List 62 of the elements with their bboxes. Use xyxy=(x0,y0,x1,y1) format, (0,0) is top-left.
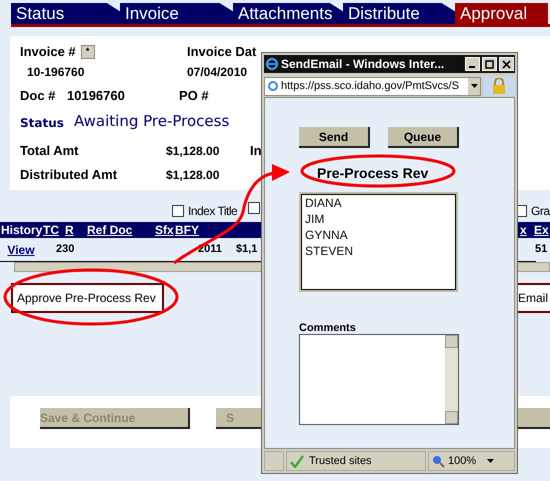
security-zone[interactable]: Trusted sites xyxy=(286,451,426,471)
column-header[interactable]: TC xyxy=(42,221,64,239)
field-label: Doc # xyxy=(20,87,56,105)
comments-label: Comments xyxy=(299,321,356,336)
field-label: Distributed Amt xyxy=(20,166,118,184)
table-cell-text: 51 xyxy=(535,242,548,258)
tab[interactable]: Distribute xyxy=(343,3,455,24)
tab[interactable]: Invoice xyxy=(120,3,233,24)
option-label: Index Title xyxy=(188,203,238,220)
status-panel xyxy=(264,451,284,471)
column-header[interactable]: BFY xyxy=(174,221,222,239)
status-label: Status xyxy=(20,115,64,132)
table-cell-text: $1,1 xyxy=(236,242,258,258)
recipient-item[interactable]: DIANA xyxy=(305,195,456,211)
field-label: In xyxy=(250,142,262,160)
column-header[interactable]: Ex xyxy=(534,221,549,239)
zoom-control[interactable]: 100% xyxy=(428,451,515,471)
invoice-date: 07/04/2010 xyxy=(187,64,248,81)
recipient-item[interactable]: GYNNA xyxy=(305,227,456,243)
recipient-item[interactable]: STEVEN xyxy=(305,243,456,259)
column-header[interactable]: Sfx xyxy=(154,221,174,239)
option-label: Gra xyxy=(531,203,550,220)
field-label: PO # xyxy=(179,87,209,105)
view-link[interactable]: View xyxy=(0,240,42,258)
status-value: Awaiting Pre-Process xyxy=(74,111,230,132)
column-header[interactable]: x xyxy=(520,221,527,239)
tab[interactable]: Approval xyxy=(455,3,548,24)
doc-number: 10196760 xyxy=(67,87,125,105)
group-name: Pre-Process Rev xyxy=(317,164,428,183)
send-button[interactable]: Send xyxy=(299,127,370,148)
recipient-list[interactable]: DIANA JIM GYNNA STEVEN xyxy=(299,192,458,292)
action-button[interactable] xyxy=(515,408,550,429)
recipient-item[interactable]: JIM xyxy=(305,211,456,227)
approval-select[interactable]: Approve Pre-Process Rev xyxy=(11,283,164,313)
window-title: SendEmail - Windows Inter... xyxy=(281,56,446,73)
comments-field[interactable] xyxy=(299,334,459,425)
tab[interactable]: Attachments xyxy=(233,3,343,24)
browser-icon xyxy=(265,57,279,71)
zoom-icon xyxy=(432,454,445,468)
field-label: Invoice # xyxy=(20,43,76,61)
column-header[interactable]: History xyxy=(0,221,42,239)
checkbox[interactable] xyxy=(172,205,184,217)
distributed-amount: $1,128.00 xyxy=(166,167,220,184)
tab[interactable]: Status xyxy=(11,3,120,24)
total-amount: $1,128.00 xyxy=(166,143,220,160)
address-field[interactable]: https://pss.sco.idaho.gov/PmtSvcs/S xyxy=(264,76,481,96)
checkmark-icon xyxy=(290,454,304,468)
minimize-icon[interactable] xyxy=(465,57,480,71)
queue-button[interactable]: Queue xyxy=(388,127,459,148)
field-label: Invoice Dat xyxy=(187,43,256,61)
table-cell-text: 230 xyxy=(55,242,76,258)
checkbox[interactable] xyxy=(248,202,260,214)
column-header[interactable]: Ref Doc xyxy=(86,221,154,239)
page-icon xyxy=(267,80,279,92)
close-icon[interactable] xyxy=(499,57,514,71)
column-header[interactable]: R xyxy=(64,221,86,239)
vertical-scrollbar[interactable] xyxy=(445,335,458,424)
star-button[interactable]: * xyxy=(80,44,95,59)
maximize-icon[interactable] xyxy=(482,57,497,71)
invoice-number: 10-196760 xyxy=(27,64,84,81)
dropdown-arrow-icon xyxy=(487,459,494,463)
field-label: Total Amt xyxy=(20,142,78,160)
